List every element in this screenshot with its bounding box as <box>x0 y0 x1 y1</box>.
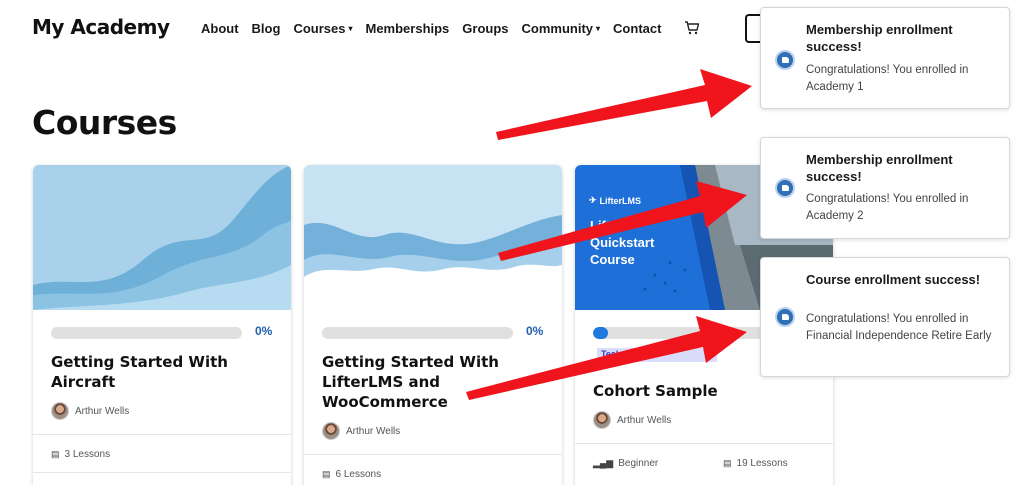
author-name: Arthur Wells <box>75 405 130 417</box>
course-thumbnail[interactable] <box>33 165 291 310</box>
lessons-count: 6 Lessons <box>335 469 382 480</box>
nav-item-courses[interactable]: Courses ▾ <box>293 21 352 36</box>
toast-message: Congratulations! You enrolled in Financi… <box>806 313 992 342</box>
lessons-icon: ▤ <box>322 469 331 479</box>
course-author: Arthur Wells <box>322 422 400 440</box>
cart-icon[interactable] <box>684 20 700 36</box>
toast-title: Course enrollment success! <box>806 272 981 287</box>
course-card[interactable]: 0% Getting Started With Aircraft Arthur … <box>33 165 291 485</box>
nav-item-memberships[interactable]: Memberships <box>365 21 449 36</box>
nav-item-community[interactable]: Community ▾ <box>522 21 601 36</box>
progress-percent: 0% <box>255 324 273 338</box>
nav-label: Contact <box>613 20 662 36</box>
lessons-icon: ▤ <box>723 458 732 468</box>
nav-item-about[interactable]: About <box>201 21 239 36</box>
nav-label: Groups <box>462 20 509 36</box>
hero-brand-label: LifterLMS <box>599 195 642 206</box>
course-lessons: ▤ 6 Lessons <box>322 469 381 480</box>
nav-item-contact[interactable]: Contact <box>613 21 661 36</box>
chevron-down-icon: ▾ <box>596 23 601 33</box>
divider <box>33 434 291 435</box>
course-lessons: ▤ 3 Lessons <box>51 449 110 460</box>
course-title[interactable]: Cohort Sample <box>593 381 823 401</box>
notification-toast[interactable]: Course enrollment success! Congratulatio… <box>760 257 1010 377</box>
notification-toast[interactable]: Membership enrollment success! Congratul… <box>760 137 1010 239</box>
course-author: Arthur Wells <box>593 411 671 429</box>
nav-label: Community <box>521 20 594 36</box>
thumbs-up-icon <box>775 50 795 70</box>
course-lessons: ▤ 19 Lessons <box>723 458 788 469</box>
lessons-icon: ▤ <box>51 449 60 459</box>
toast-message: Congratulations! You enrolled in Academy… <box>806 193 969 222</box>
hero-brand: ✈ LifterLMS <box>589 195 641 206</box>
avatar <box>593 411 611 429</box>
toast-title: Membership enrollment success! <box>806 152 953 184</box>
avatar <box>322 422 340 440</box>
progress-percent: 0% <box>526 324 544 338</box>
progress-bar <box>322 327 513 339</box>
site-brand[interactable]: My Academy <box>32 15 170 39</box>
main-nav: About Blog Courses ▾ Memberships Groups C… <box>201 20 700 36</box>
author-name: Arthur Wells <box>617 414 672 426</box>
course-title[interactable]: Getting Started With LifterLMS and WooCo… <box>322 352 552 412</box>
progress-bar <box>51 327 242 339</box>
toast-message: Congratulations! You enrolled in Academy… <box>806 64 969 93</box>
toast-title: Membership enrollment success! <box>806 22 953 54</box>
course-level: ▂▄▆ Beginner <box>593 458 658 469</box>
thumbs-up-icon <box>775 178 795 198</box>
nav-label: Blog <box>251 20 281 36</box>
nav-item-blog[interactable]: Blog <box>252 21 281 36</box>
nav-label: Courses <box>293 20 346 36</box>
nav-label: About <box>201 20 239 36</box>
course-thumbnail[interactable] <box>304 165 562 310</box>
divider <box>304 454 562 455</box>
category-tag[interactable]: Technology <box>597 348 717 362</box>
divider <box>575 443 833 444</box>
lessons-count: 3 Lessons <box>64 449 111 460</box>
signal-bars-icon: ▂▄▆ <box>593 458 614 468</box>
arrow-1 <box>496 69 752 140</box>
nav-label: Memberships <box>365 20 450 36</box>
thumbs-up-icon <box>775 307 795 327</box>
hero-title: Lift Quickstart Course <box>590 217 654 268</box>
lessons-count: 19 Lessons <box>736 458 788 469</box>
course-card[interactable]: 0% Getting Started With LifterLMS and Wo… <box>304 165 562 485</box>
page-title: Courses <box>32 103 177 142</box>
course-title[interactable]: Getting Started With Aircraft <box>51 352 281 392</box>
hero-line: Lift <box>590 218 611 233</box>
hero-line: Course <box>590 252 635 267</box>
divider <box>33 472 291 473</box>
rocket-icon: ✈ <box>589 195 597 205</box>
chevron-down-icon: ▾ <box>348 23 353 33</box>
author-name: Arthur Wells <box>346 425 401 437</box>
avatar <box>51 402 69 420</box>
hero-line: Quickstart <box>590 235 655 250</box>
notification-toast[interactable]: Membership enrollment success! Congratul… <box>760 7 1010 109</box>
level-label: Beginner <box>618 458 659 469</box>
nav-item-groups[interactable]: Groups <box>462 21 508 36</box>
progress-bar <box>593 327 784 339</box>
course-author: Arthur Wells <box>51 402 129 420</box>
